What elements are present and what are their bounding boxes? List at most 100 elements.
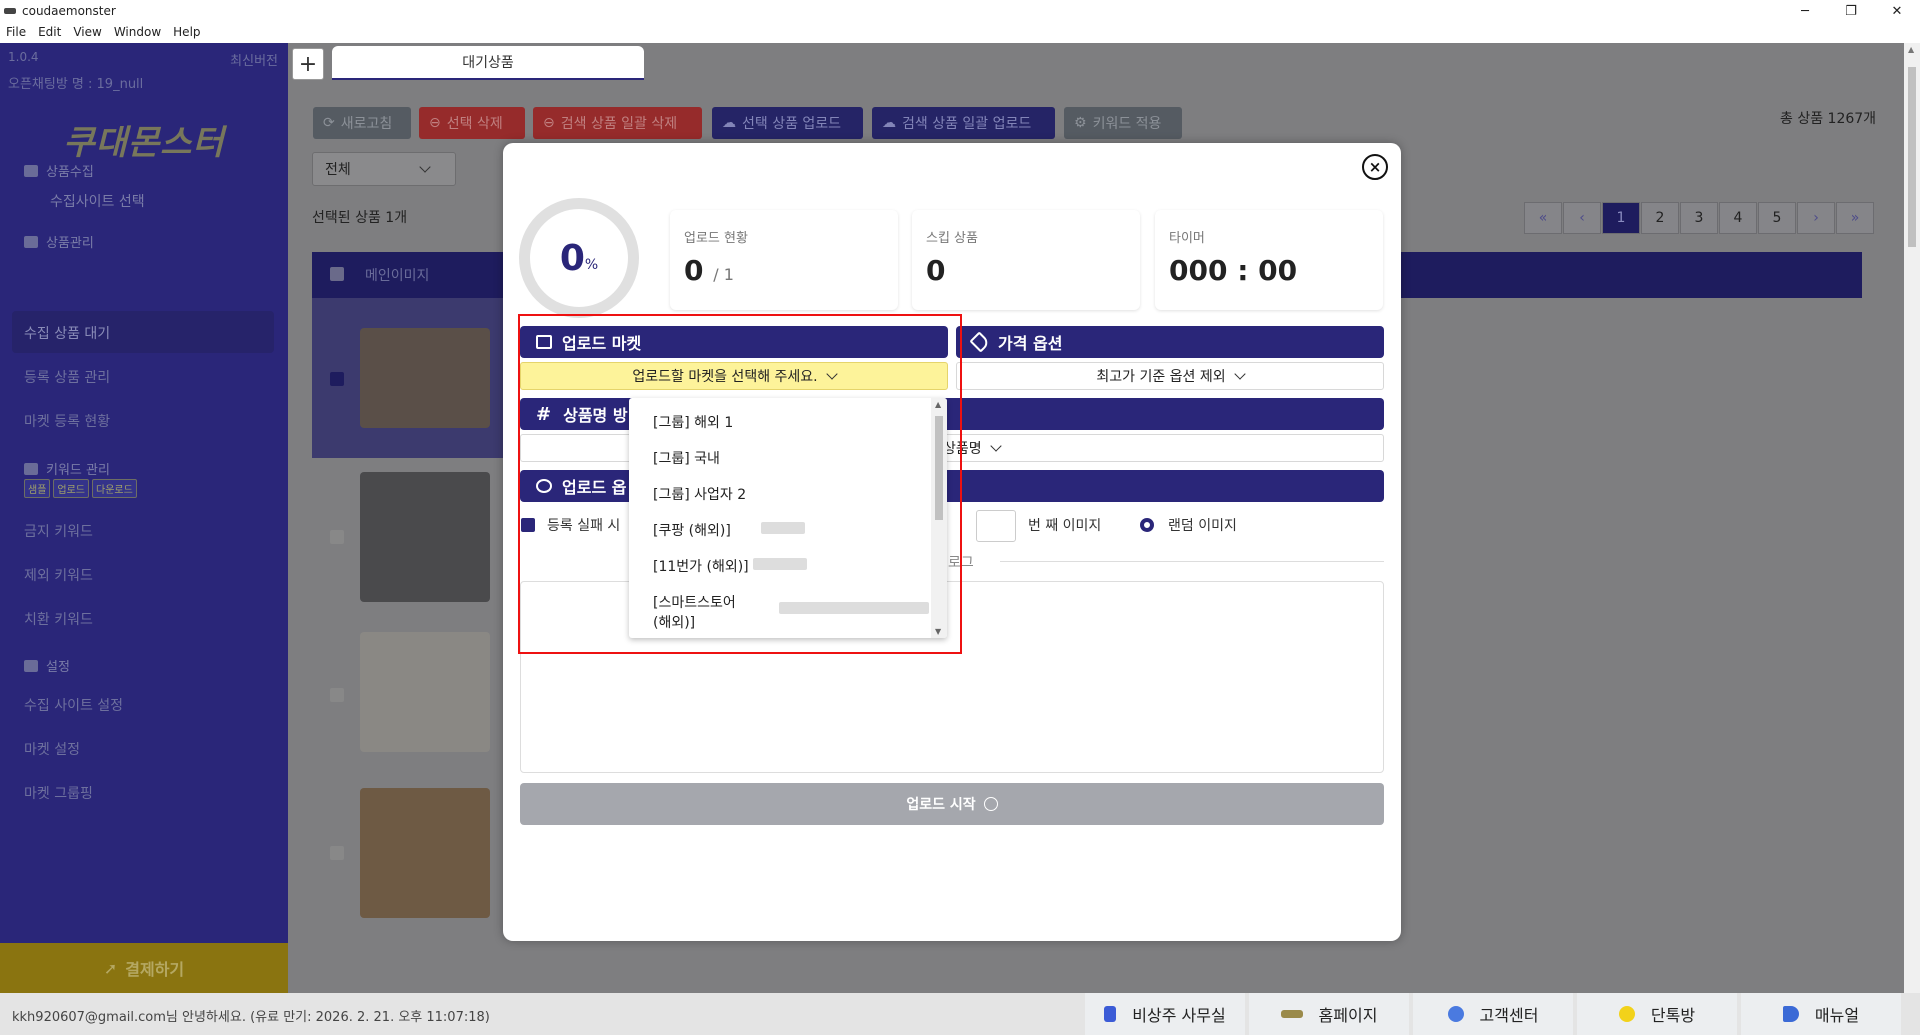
row-checkbox[interactable]: [330, 530, 344, 544]
building-icon: [1104, 1006, 1117, 1022]
app-logo: 쿠대몬스터: [63, 123, 225, 163]
globe-icon: [24, 164, 38, 177]
sidebar-item-market-settings[interactable]: 마켓 설정: [24, 739, 80, 759]
app-icon: [4, 8, 16, 14]
sidebar-section-keyword: 키워드 관리: [24, 459, 110, 478]
upload-status-card: 업로드 현황 0 / 1: [670, 210, 898, 310]
sidebar-item-replace[interactable]: 치환 키워드: [24, 609, 93, 629]
filter-select[interactable]: 전체: [312, 152, 456, 186]
sidebar-item-registered[interactable]: 등록 상품 관리: [24, 367, 110, 387]
megaphone-icon: [1782, 1006, 1799, 1022]
product-image[interactable]: [360, 788, 490, 918]
minus-circle-icon: ⊖: [429, 115, 441, 131]
tag-upload[interactable]: 업로드: [53, 479, 90, 498]
check-circle-icon: [983, 797, 998, 811]
logo-icon: [1280, 1010, 1303, 1018]
user-info: kkh920607@gmail.com님 안녕하세요. (유료 만기: 2026…: [12, 1010, 490, 1025]
minimize-button[interactable]: ─: [1782, 0, 1828, 22]
progress-gauge: 0 %: [519, 198, 639, 318]
add-tab-button[interactable]: +: [292, 48, 324, 80]
tag-sample[interactable]: 샘플: [24, 479, 51, 498]
book-icon: [24, 462, 38, 475]
product-image[interactable]: [360, 328, 490, 428]
homepage-button[interactable]: 홈페이지: [1249, 993, 1409, 1035]
image-number-input[interactable]: [976, 510, 1016, 542]
select-all-checkbox[interactable]: [330, 267, 344, 281]
chevron-down-icon: [1233, 367, 1246, 380]
total-products: 총 상품 1267개: [1780, 111, 1877, 127]
price-option-header: 가격 옵션: [956, 326, 1384, 358]
page-first[interactable]: «: [1524, 202, 1562, 234]
annotation-highlight-box: [518, 314, 962, 654]
menu-edit[interactable]: Edit: [38, 25, 61, 39]
restore-button[interactable]: ❐: [1828, 0, 1874, 22]
sidebar-item-site-settings[interactable]: 수집 사이트 설정: [24, 695, 123, 715]
page-prev[interactable]: ‹: [1563, 202, 1601, 234]
gear-icon: [24, 659, 38, 672]
page-3[interactable]: 3: [1680, 202, 1718, 234]
users-icon: [1447, 1006, 1464, 1022]
support-button[interactable]: 고객센터: [1413, 993, 1573, 1035]
sidebar-section-collect: 상품수집: [24, 161, 94, 180]
pagination: « ‹ 1 2 3 4 5 › »: [1524, 202, 1875, 234]
window-title: coudaemonster: [22, 4, 116, 18]
upload-selected-button[interactable]: ☁ 선택 상품 업로드: [712, 107, 863, 139]
row-checkbox[interactable]: [330, 372, 344, 386]
start-upload-button[interactable]: 업로드 시작: [520, 783, 1384, 825]
page-1[interactable]: 1: [1602, 202, 1640, 234]
cloud-upload-icon: ☁: [882, 115, 896, 131]
menu-file[interactable]: File: [6, 25, 26, 39]
sidebar-item-excluded[interactable]: 제외 키워드: [24, 565, 93, 585]
sidebar: 1.0.4 최신버전 오픈채팅방 명 : 19_null 쿠대몬스터 상품수집 …: [0, 43, 288, 993]
rocket-icon: ➚: [103, 958, 118, 978]
delete-selected-button[interactable]: ⊖ 선택 삭제: [419, 107, 525, 139]
pay-button[interactable]: ➚ 결제하기: [0, 943, 288, 993]
upload-all-search-button[interactable]: ☁ 검색 상품 일괄 업로드: [872, 107, 1055, 139]
delete-all-search-button[interactable]: ⊖ 검색 상품 일괄 삭제: [533, 107, 702, 139]
page-scrollbar[interactable]: ▲: [1904, 43, 1920, 993]
product-image[interactable]: [360, 632, 490, 752]
menu-window[interactable]: Window: [114, 25, 161, 39]
page-next[interactable]: ›: [1797, 202, 1835, 234]
nth-image-option: 번 째 이미지: [1028, 518, 1102, 534]
page-4[interactable]: 4: [1719, 202, 1757, 234]
sidebar-item-market-status[interactable]: 마켓 등록 현황: [24, 411, 110, 431]
skip-card: 스킵 상품 0: [912, 210, 1140, 310]
timer-card: 타이머 000 : 00: [1155, 210, 1383, 310]
row-checkbox[interactable]: [330, 688, 344, 702]
tab-pending-products[interactable]: 대기상품: [332, 46, 644, 80]
chatroom-button[interactable]: 단톡방: [1577, 993, 1737, 1035]
random-image-option[interactable]: 랜덤 이미지: [1140, 515, 1237, 535]
page-5[interactable]: 5: [1758, 202, 1796, 234]
kakaotalk-icon: [1618, 1006, 1635, 1022]
selected-count: 선택된 상품 1개: [312, 210, 408, 226]
row-checkbox[interactable]: [330, 846, 344, 860]
emergency-office-button[interactable]: 비상주 사무실: [1085, 993, 1245, 1035]
random-image-radio[interactable]: [1140, 518, 1154, 532]
keyword-icon: ⚙: [1074, 115, 1087, 131]
sidebar-item-pending[interactable]: 수집 상품 대기: [24, 323, 110, 343]
sidebar-section-manage: 상품관리: [24, 232, 94, 251]
modal-close-button[interactable]: ×: [1362, 154, 1388, 180]
page-2[interactable]: 2: [1641, 202, 1679, 234]
menu-view[interactable]: View: [73, 25, 101, 39]
menu-bar: File Edit View Window Help: [0, 22, 1920, 42]
price-option-select[interactable]: 최고가 기준 옵션 제외: [956, 362, 1384, 390]
sidebar-item-banned[interactable]: 금지 키워드: [24, 521, 93, 541]
product-image[interactable]: [360, 472, 490, 602]
page-last[interactable]: »: [1836, 202, 1874, 234]
chevron-down-icon: [419, 160, 431, 173]
manual-button[interactable]: 매뉴얼: [1741, 993, 1901, 1035]
version-label: 1.0.4: [8, 50, 39, 64]
log-divider: [1000, 561, 1384, 562]
close-window-button[interactable]: ✕: [1874, 0, 1920, 22]
refresh-button[interactable]: ⟳ 새로고침: [313, 107, 411, 139]
cloud-upload-icon: ☁: [722, 115, 736, 131]
sidebar-section-settings: 설정: [24, 656, 70, 675]
tag-download[interactable]: 다운로드: [92, 479, 137, 498]
menu-help[interactable]: Help: [173, 25, 200, 39]
progress-unit: %: [584, 257, 599, 273]
sidebar-item-market-group[interactable]: 마켓 그룹핑: [24, 783, 93, 803]
keyword-apply-button[interactable]: ⚙ 키워드 적용: [1064, 107, 1182, 139]
sidebar-item-site-select[interactable]: 수집사이트 선택: [28, 191, 145, 211]
